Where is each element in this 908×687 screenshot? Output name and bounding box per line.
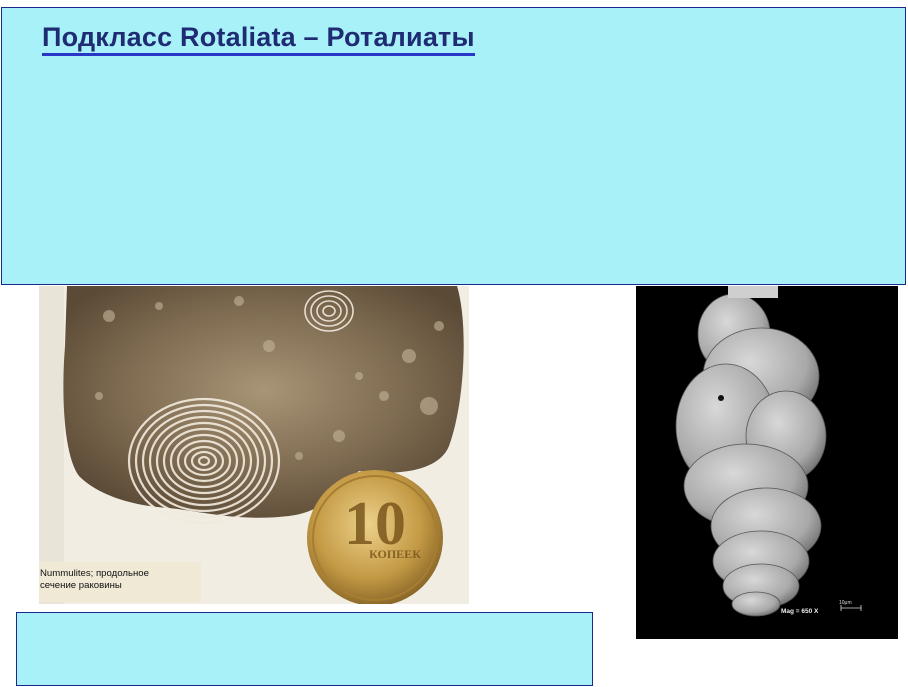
scale-bar-label: 10μm xyxy=(839,600,852,606)
title-panel: Подкласс Rotaliata – Роталиаты xyxy=(1,7,906,285)
coin-text: КОПЕЕК xyxy=(369,547,421,561)
foraminifera-image xyxy=(636,286,898,639)
photo-caption: Nummulites; продольное сечение раковины xyxy=(39,562,201,602)
magnification-label: Mag = 650 X xyxy=(781,608,819,615)
caption-line-1: Nummulites; продольное xyxy=(40,568,149,579)
caption-line-2: сечение раковины xyxy=(40,580,122,591)
bottom-text-panel xyxy=(16,612,593,686)
foraminifera-sem-photo: Mag = 650 X 10μm xyxy=(636,286,898,639)
nummulites-rock-image: 10 КОПЕЕК xyxy=(39,286,469,604)
slide-title: Подкласс Rotaliata – Роталиаты xyxy=(42,22,475,56)
nummulites-photo: 10 КОПЕЕК Nummulites; продольное сечение… xyxy=(39,286,469,604)
